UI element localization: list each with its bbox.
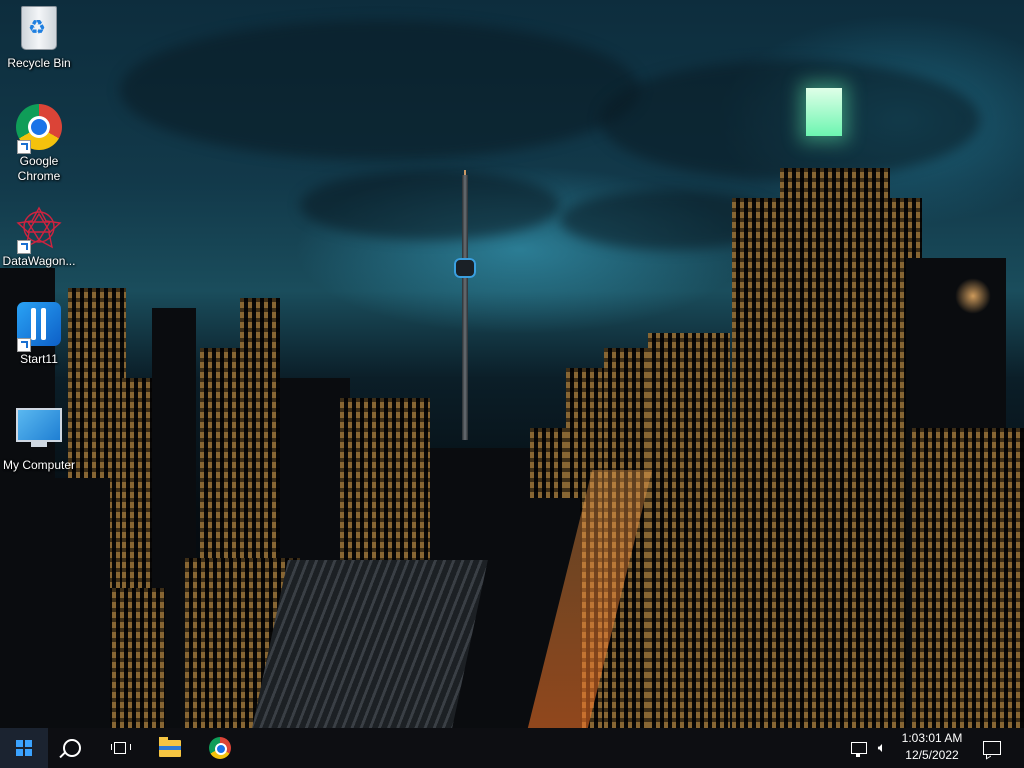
shortcut-arrow-icon [17,240,31,254]
recycle-bin-icon [15,6,63,54]
start11-icon [15,302,63,352]
start-button[interactable] [0,728,48,768]
chrome-icon [15,104,63,154]
desktop-icon-label: DataWagon... [2,254,76,268]
taskbar-file-explorer[interactable] [146,728,194,768]
taskbar-clock[interactable]: 1:03:01 AM 12/5/2022 [896,730,968,766]
desktop-icon-google-chrome[interactable]: Google Chrome [0,104,78,184]
task-view-icon [111,741,131,755]
network-icon [851,742,867,757]
chrome-icon [209,737,231,759]
file-explorer-icon [159,736,181,757]
desktop-icon-my-computer[interactable]: My Computer [0,400,78,473]
network-tray-button[interactable] [848,728,870,768]
desktop-icon-label: Start11 [20,352,58,366]
clock-time: 1:03:01 AM [901,731,963,745]
volume-tray-button[interactable]: 🔈︎ [871,728,893,768]
taskbar: 🔈︎ 1:03:01 AM 12/5/2022 [0,728,1024,768]
clock-date: 12/5/2022 [905,748,959,762]
desktop-icon-label: Recycle Bin [7,56,71,70]
desktop-icon-label: Google Chrome [17,154,61,183]
search-button[interactable] [48,728,96,768]
desktop-icon-recycle-bin[interactable]: Recycle Bin [0,6,78,71]
desktop-icon-label: My Computer [2,458,76,472]
datawagon-icon [15,204,63,254]
shortcut-arrow-icon [17,140,31,154]
task-view-button[interactable] [96,728,144,768]
taskbar-chrome[interactable] [196,728,244,768]
action-center-icon [983,741,1001,755]
shortcut-arrow-icon [17,338,31,352]
desktop-wallpaper [0,0,1024,728]
volume-icon: 🔈︎ [877,740,887,756]
search-icon [63,739,81,757]
windows-logo-icon [16,740,32,756]
desktop-icon-datawagon[interactable]: DataWagon... [0,204,78,269]
action-center-button[interactable] [980,728,1004,768]
desktop-icon-start11[interactable]: Start11 [0,302,78,367]
monitor-icon [15,408,63,456]
